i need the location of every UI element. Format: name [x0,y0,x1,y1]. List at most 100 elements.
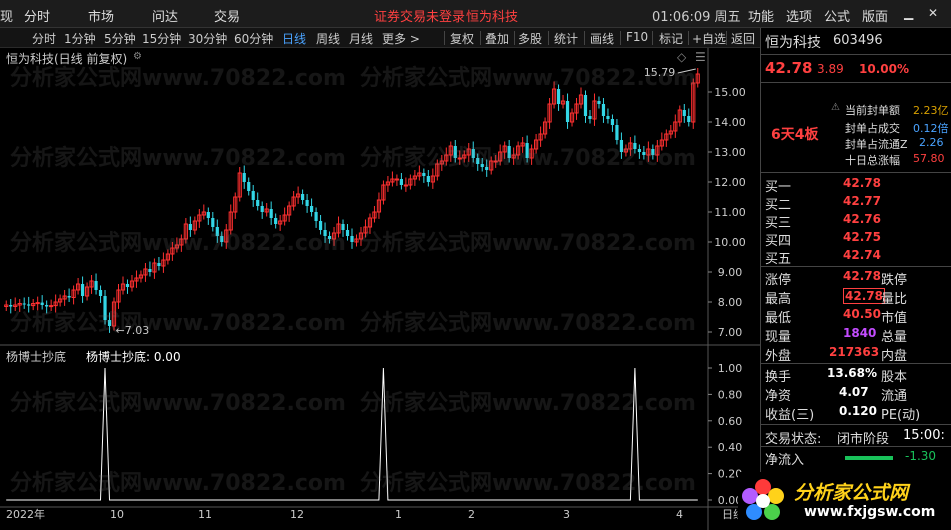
clock: 01:06:09 周五 [652,10,741,25]
tool-button[interactable]: 叠加 [485,30,509,47]
bid-label: 买二 [765,198,792,213]
misc-value: 0.120 [839,404,877,418]
candlestick-chart: 15.0014.0013.0012.0011.0010.009.008.007.… [0,48,760,530]
candle-body [188,224,192,230]
menu-item-3[interactable]: 问达 [152,6,178,25]
tool-button[interactable]: F10 [626,30,648,44]
period-tab[interactable]: 30分钟 [188,30,227,47]
candle-body [637,149,641,152]
candle-body [556,89,561,104]
menu-item-4[interactable]: 交易 [214,6,240,25]
seal-label: 十日总涨幅 [845,154,900,167]
indicator-line [6,367,698,501]
y-tick-label: 15.00 [714,86,746,99]
misc-label-right: PE(动) [881,408,921,423]
close-icon[interactable]: ✕ [928,6,938,20]
period-tab[interactable]: 周线 [316,30,340,47]
seal-label: 当前封单额 [845,104,900,117]
misc-value: 13.68% [827,366,877,380]
period-tab[interactable]: 分时 [32,30,56,47]
candle-body [251,191,255,200]
candle-body [480,164,484,167]
bid-price: 42.76 [843,212,881,226]
tool-button[interactable]: 复权 [450,30,474,47]
quote-pct: 10.00% [859,62,909,76]
misc-label-right: 股本 [881,370,908,385]
menu-formula[interactable]: 公式 [824,6,850,25]
candle-body [565,101,570,122]
bid-label: 买五 [765,252,792,267]
menu-item-2[interactable]: 市场 [88,6,114,25]
quote-stock-code: 603496 [833,33,883,48]
quote-change: 3.89 [817,62,844,76]
indicator-tick-label: 1.00 [718,362,743,375]
x-tick-label: 1 [395,508,402,521]
candle-body [403,184,408,187]
menu-function[interactable]: 功能 [748,6,774,25]
minimize-icon[interactable]: ▁ [904,6,913,20]
stat-value: 217363 [829,345,880,359]
stat-label-right: 市值 [881,311,908,326]
candle-body [206,212,210,218]
chart-area[interactable]: 恒为科技(日线 前复权) ⚙ ◇ ☰ 15.00 14.00 13.00 12.00 1… [0,48,760,530]
period-tab[interactable]: 月线 [349,30,373,47]
tool-button[interactable]: 统计 [554,30,578,47]
candle-body [256,200,260,206]
candle-body [453,146,457,158]
period-toolbar: 分时 1分钟 5分钟 15分钟 30分钟 60分钟 日线 周线 月线 更多 > … [0,28,760,48]
indicator-tick-label: 0.40 [718,441,743,454]
more-periods[interactable]: 更多 > [382,30,420,47]
candle-body [485,167,489,170]
candle-body [323,230,327,236]
candle-body [220,236,224,242]
indicator-tick-label: 0.60 [718,415,743,428]
misc-label: 净资 [765,389,792,404]
menu-item-0[interactable]: 现 [0,6,13,25]
tool-button[interactable]: 多股 [518,30,542,47]
tool-button[interactable]: +自选 [692,30,726,47]
candle-body [619,140,624,152]
candle-body [247,182,251,191]
candle-body [493,160,498,163]
candle-body [687,116,691,122]
misc-value: 4.07 [839,385,869,399]
menu-layout[interactable]: 版面 [862,6,888,25]
candle-body [35,302,40,305]
menu-bar: 现 分时 市场 问达 交易 证券交易未登录 恒为科技 01:06:09 周五 功… [0,0,951,28]
tool-button[interactable]: 返回 [731,30,755,47]
candle-body [274,218,278,224]
candle-body [67,296,71,298]
period-tab[interactable]: 1分钟 [64,30,96,47]
login-status[interactable]: 证券交易未登录 [374,6,465,25]
x-tick-label: 10 [110,508,124,521]
period-tab-active[interactable]: 日线 [282,30,306,47]
period-tab[interactable]: 15分钟 [142,30,181,47]
menu-item-1[interactable]: 分时 [24,6,50,25]
stat-value: 42.78 [843,288,885,304]
indicator-title: 杨博士抄底 [6,350,67,364]
quote-stock-name: 恒为科技 [765,35,821,51]
candle-body [309,206,314,212]
period-tab[interactable]: 60分钟 [234,30,273,47]
candle-body [49,305,54,308]
y-tick-label: 12.00 [714,176,746,189]
bid-price: 42.77 [843,194,881,208]
stat-label: 最高 [765,292,792,307]
tool-button[interactable]: 画线 [590,30,614,47]
stat-label: 涨停 [765,273,792,288]
tool-button[interactable]: 标记 [659,30,683,47]
brand-logo: 分析家公式网 www.fxjgsw.com [738,472,951,530]
period-tab[interactable]: 5分钟 [104,30,136,47]
candle-body [9,305,13,307]
candle-body [597,101,601,104]
streak-label: 6天4板 [771,127,819,143]
y-tick-label: 8.00 [718,296,743,309]
y-tick-label: 11.00 [714,206,746,219]
menu-options[interactable]: 选项 [786,6,812,25]
trade-state-time: 15:00: [903,428,945,443]
candle-body [341,224,345,230]
high-price-label: 15.79 [644,66,676,79]
candle-body [457,157,462,160]
candle-body [426,176,430,182]
candle-body [422,173,426,176]
